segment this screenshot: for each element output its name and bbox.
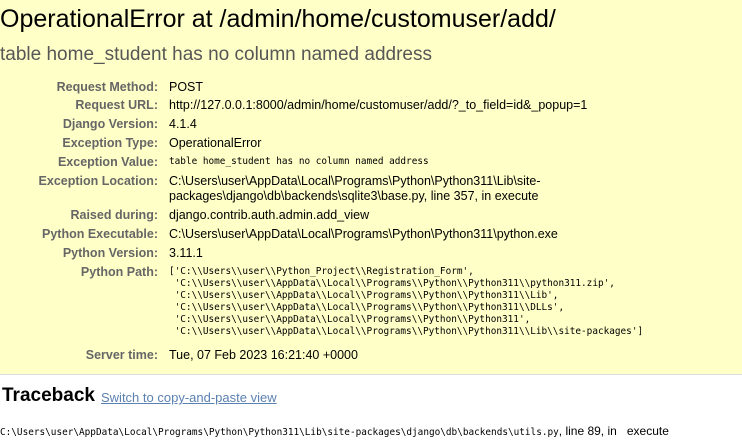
meta-label-server-time: Server time: bbox=[85, 348, 158, 362]
meta-value-python-executable: C:\Users\user\AppData\Local\Programs\Pyt… bbox=[169, 227, 558, 241]
meta-label-python-path: Python Path: bbox=[80, 265, 158, 279]
meta-value-exception-value: table home_student has no column named a… bbox=[169, 156, 429, 167]
meta-value-request-url: http://127.0.0.1:8000/admin/home/customu… bbox=[169, 98, 588, 112]
meta-value-exception-type: OperationalError bbox=[169, 136, 262, 150]
meta-label-exception-value: Exception Value: bbox=[57, 155, 158, 169]
error-summary: OperationalError at /admin/home/customus… bbox=[0, 0, 742, 375]
meta-label-python-executable: Python Executable: bbox=[42, 227, 158, 241]
meta-value-django-version: 4.1.4 bbox=[169, 117, 197, 131]
traceback-section: Traceback Switch to copy-and-paste view … bbox=[0, 375, 742, 438]
frame-line-info: , line 89, in bbox=[558, 424, 617, 438]
meta-value-server-time: Tue, 07 Feb 2023 16:21:40 +0000 bbox=[169, 348, 358, 362]
meta-label-request-method: Request Method: bbox=[56, 80, 158, 94]
meta-value-raised-during: django.contrib.auth.admin.add_view bbox=[169, 208, 370, 222]
frame-file-path: C:\Users\user\AppData\Local\Programs\Pyt… bbox=[0, 427, 559, 438]
meta-value-python-path: ['C:\\Users\\user\\Python_Project\\Regis… bbox=[169, 266, 644, 337]
meta-value-exception-location: C:\Users\user\AppData\Local\Programs\Pyt… bbox=[169, 174, 541, 203]
meta-label-exception-location: Exception Location: bbox=[38, 174, 158, 188]
meta-label-request-url: Request URL: bbox=[75, 98, 158, 112]
page-title: OperationalError at /admin/home/customus… bbox=[0, 5, 556, 33]
meta-value-python-version: 3.11.1 bbox=[169, 246, 203, 260]
traceback-title: Traceback bbox=[2, 385, 95, 406]
frame-function: execute bbox=[626, 424, 669, 438]
meta-label-raised-during: Raised during: bbox=[70, 208, 158, 222]
meta-label-exception-type: Exception Type: bbox=[62, 136, 158, 150]
switch-copy-paste-view-link[interactable]: Switch to copy-and-paste view bbox=[101, 390, 277, 406]
error-subtitle: table home_student has no column named a… bbox=[0, 44, 432, 65]
meta-label-django-version: Django Version: bbox=[62, 117, 158, 131]
meta-value-request-method: POST bbox=[169, 80, 204, 94]
meta-label-python-version: Python Version: bbox=[62, 246, 158, 260]
